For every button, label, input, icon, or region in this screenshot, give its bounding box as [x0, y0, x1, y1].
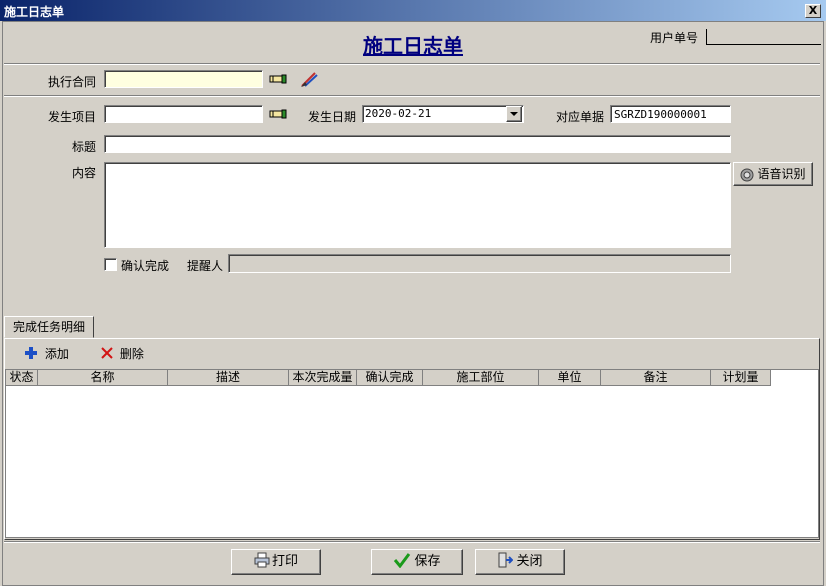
close-button[interactable]: 关闭 — [475, 549, 565, 575]
tab-task-detail[interactable]: 完成任务明细 — [4, 316, 94, 338]
select-hand-icon[interactable] — [269, 107, 287, 121]
date-value: 2020-02-21 — [365, 107, 432, 120]
column-header[interactable]: 描述 — [168, 370, 289, 386]
exit-door-icon — [498, 552, 514, 568]
ref-label: 对应单据 — [556, 110, 605, 124]
task-detail-grid[interactable]: 状态 名称 描述 本次完成量 确认完成 施工部位 单位 备注 计划量 — [5, 369, 819, 538]
title-input[interactable] — [104, 135, 731, 153]
speaker-icon — [740, 168, 754, 181]
ref-input[interactable]: SGRZD190000001 — [610, 105, 731, 123]
project-label: 发生项目 — [48, 110, 97, 124]
divider — [4, 95, 820, 97]
delete-button[interactable]: 删除 — [100, 345, 144, 363]
plus-icon — [25, 347, 37, 359]
contract-input[interactable] — [104, 70, 263, 88]
window-close-button[interactable]: X — [805, 4, 821, 18]
edit-brush-icon[interactable] — [299, 70, 319, 88]
checkmark-icon — [394, 553, 411, 569]
select-hand-icon[interactable] — [269, 72, 287, 86]
column-header[interactable]: 施工部位 — [423, 370, 539, 386]
reminder-input[interactable] — [228, 254, 731, 273]
page-title: 施工日志单 — [363, 34, 463, 58]
title-label: 标题 — [72, 140, 97, 154]
column-header[interactable]: 备注 — [601, 370, 711, 386]
chevron-down-icon[interactable] — [506, 106, 522, 122]
save-label: 保存 — [414, 554, 441, 569]
add-label: 添加 — [44, 347, 69, 361]
window-titlebar: 施工日志单 X — [0, 0, 826, 21]
content-textarea[interactable] — [104, 162, 731, 248]
content-label: 内容 — [72, 166, 97, 180]
column-header[interactable]: 本次完成量 — [289, 370, 357, 386]
save-button[interactable]: 保存 — [371, 549, 463, 575]
column-header[interactable]: 单位 — [539, 370, 601, 386]
column-header[interactable]: 计划量 — [711, 370, 771, 386]
contract-label: 执行合同 — [48, 75, 97, 89]
ref-value: SGRZD190000001 — [614, 108, 707, 121]
delete-x-icon — [101, 347, 113, 359]
user-no-label: 用户单号 — [650, 31, 699, 45]
close-label: 关闭 — [516, 554, 543, 569]
reminder-label: 提醒人 — [187, 259, 224, 273]
divider — [4, 541, 820, 543]
user-no-field[interactable] — [706, 29, 821, 45]
project-input[interactable] — [104, 105, 263, 123]
voice-recognition-label: 语音识别 — [757, 167, 806, 181]
print-label: 打印 — [271, 554, 298, 569]
column-header[interactable]: 名称 — [38, 370, 168, 386]
add-button[interactable]: 添加 — [24, 345, 69, 363]
print-button[interactable]: 打印 — [231, 549, 321, 575]
printer-icon — [254, 552, 270, 568]
window-title: 施工日志单 — [4, 5, 65, 19]
confirm-label: 确认完成 — [121, 259, 170, 273]
column-header[interactable]: 确认完成 — [357, 370, 423, 386]
date-picker[interactable]: 2020-02-21 — [362, 105, 524, 123]
date-label: 发生日期 — [308, 110, 357, 124]
delete-label: 删除 — [119, 347, 144, 361]
voice-recognition-button[interactable]: 语音识别 — [733, 162, 813, 186]
column-header[interactable]: 状态 — [6, 370, 38, 386]
confirm-checkbox[interactable] — [104, 258, 117, 271]
divider — [4, 63, 820, 65]
